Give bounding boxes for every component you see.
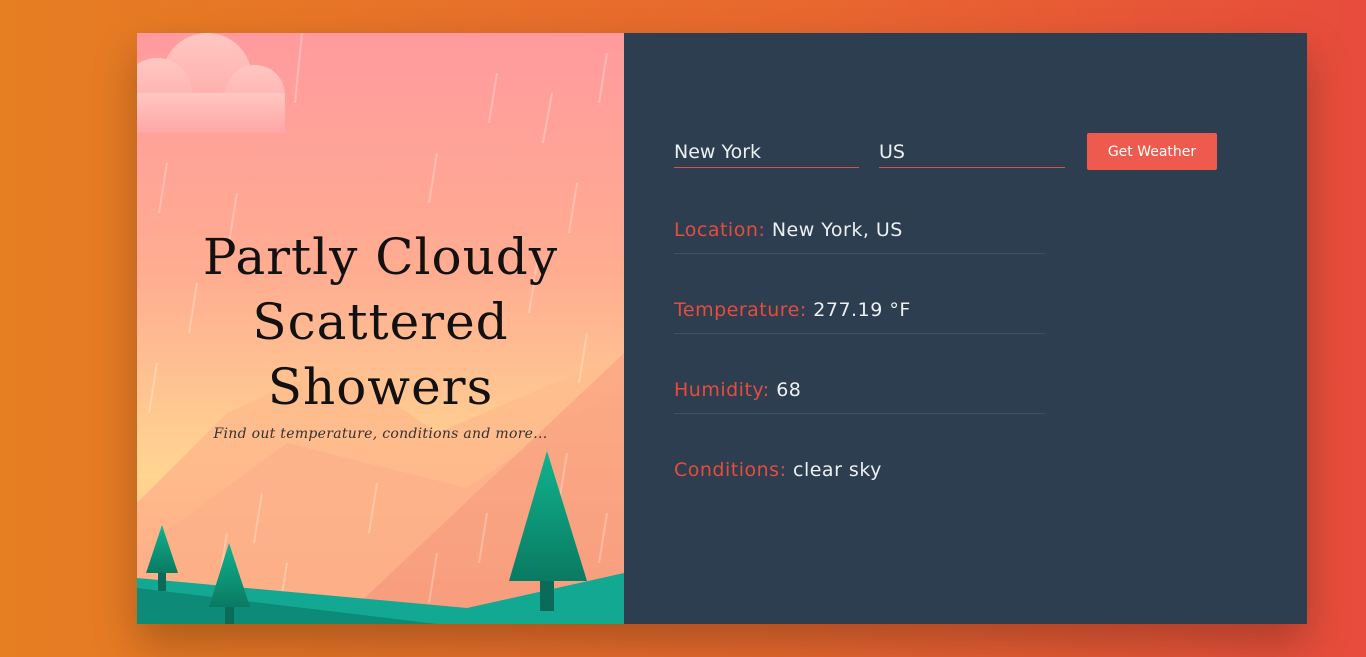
headline-line: Partly Cloudy (202, 228, 559, 286)
headline-line: Scattered (252, 293, 509, 351)
conditions-row: Conditions: clear sky (674, 459, 1045, 495)
hero-panel: Partly Cloudy Scattered Showers Find out… (137, 33, 624, 624)
weather-card: Partly Cloudy Scattered Showers Find out… (137, 33, 1307, 624)
location-value: New York, US (771, 219, 903, 241)
conditions-label: Conditions: (674, 459, 794, 481)
temperature-value: 277.19 °F (813, 299, 911, 321)
humidity-row: Humidity: 68 (674, 379, 1045, 414)
cloud-icon (137, 33, 285, 133)
location-row: Location: New York, US (674, 219, 1045, 254)
humidity-label: Humidity: (674, 379, 777, 401)
weather-headline: Partly Cloudy Scattered Showers (137, 225, 624, 420)
temperature-label: Temperature: (674, 299, 814, 321)
conditions-value: clear sky (793, 459, 882, 481)
tagline: Find out temperature, conditions and mor… (213, 426, 548, 442)
temperature-row: Temperature: 277.19 °F (674, 299, 1045, 334)
country-input[interactable] (879, 133, 1065, 168)
humidity-value: 68 (776, 379, 802, 401)
city-input[interactable] (674, 133, 859, 168)
headline-line: Showers (267, 358, 494, 416)
get-weather-button[interactable]: Get Weather (1087, 133, 1217, 170)
weather-form-panel: Get Weather Location: New York, US Tempe… (624, 33, 1307, 624)
location-label: Location: (674, 219, 772, 241)
